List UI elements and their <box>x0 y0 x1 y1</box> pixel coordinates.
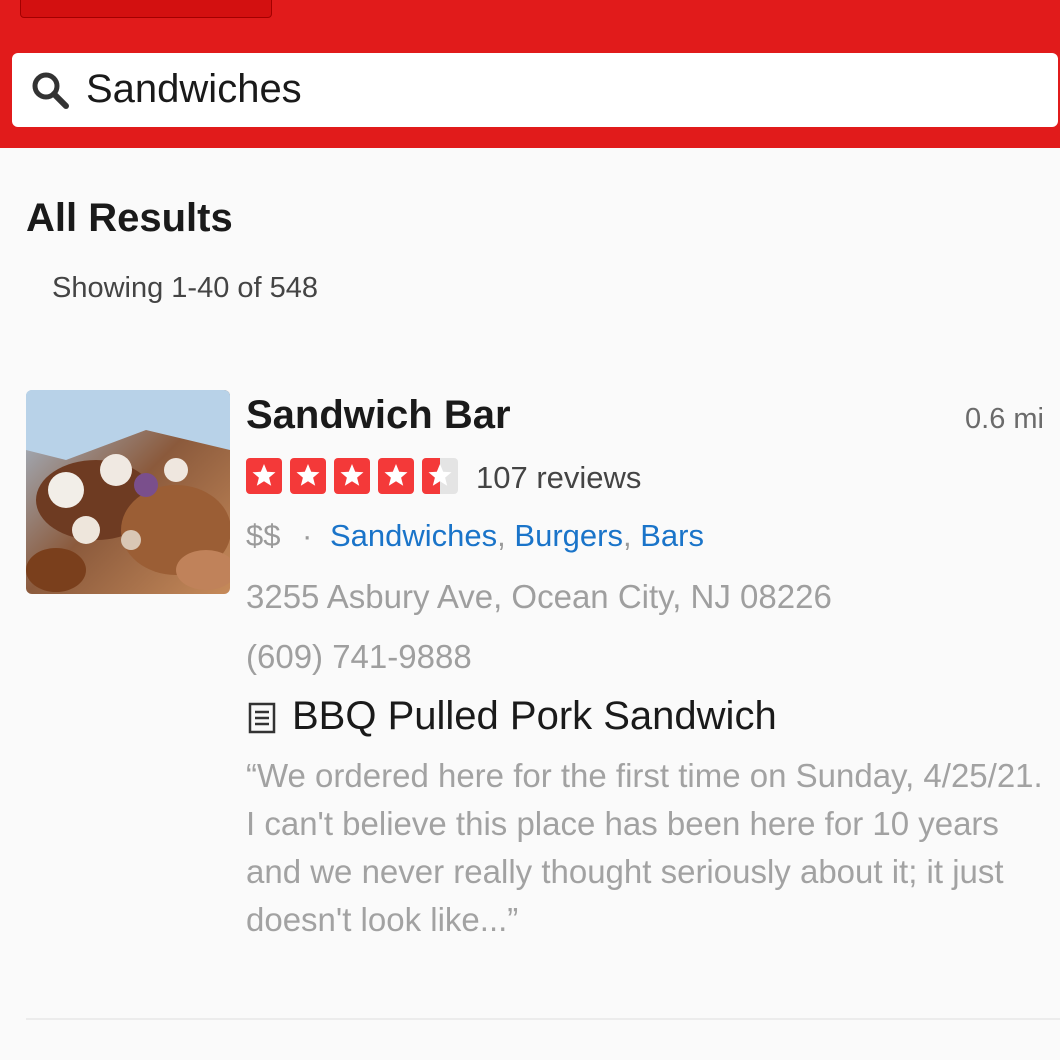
business-photo[interactable] <box>26 390 230 594</box>
section-title: All Results <box>26 196 233 240</box>
menu-item-name[interactable]: BBQ Pulled Pork Sandwich <box>292 694 777 739</box>
business-name[interactable]: Sandwich Bar <box>246 393 511 438</box>
menu-item-icon <box>248 702 276 734</box>
business-address: 3255 Asbury Ave, Ocean City, NJ 08226 <box>246 578 832 615</box>
star-icon <box>290 458 326 494</box>
category-link-burgers[interactable]: Burgers <box>514 518 623 553</box>
category-separator: , <box>622 518 632 553</box>
result-count: Showing 1-40 of 548 <box>52 272 319 304</box>
star-rating <box>246 458 458 494</box>
distance: 0.6 mi <box>965 403 1044 435</box>
star-icon <box>422 458 458 494</box>
category-list: Sandwiches, Burgers, Bars <box>330 518 704 554</box>
category-link-sandwiches[interactable]: Sandwiches <box>330 518 497 553</box>
search-icon[interactable] <box>30 70 70 110</box>
price-range: $$ <box>246 518 281 553</box>
review-count[interactable]: 107 reviews <box>476 460 641 496</box>
business-phone[interactable]: (609) 741-9888 <box>246 638 472 676</box>
star-icon <box>334 458 370 494</box>
category-link-bars[interactable]: Bars <box>640 518 704 553</box>
header-location-button[interactable] <box>20 0 272 18</box>
category-separator: , <box>497 518 506 553</box>
search-query[interactable]: Sandwiches <box>86 66 302 112</box>
review-snippet[interactable]: “We ordered here for the first time on S… <box>246 752 1046 944</box>
star-icon <box>378 458 414 494</box>
star-icon <box>246 458 282 494</box>
result-divider <box>26 1018 1060 1020</box>
separator-dot: · <box>302 518 313 553</box>
